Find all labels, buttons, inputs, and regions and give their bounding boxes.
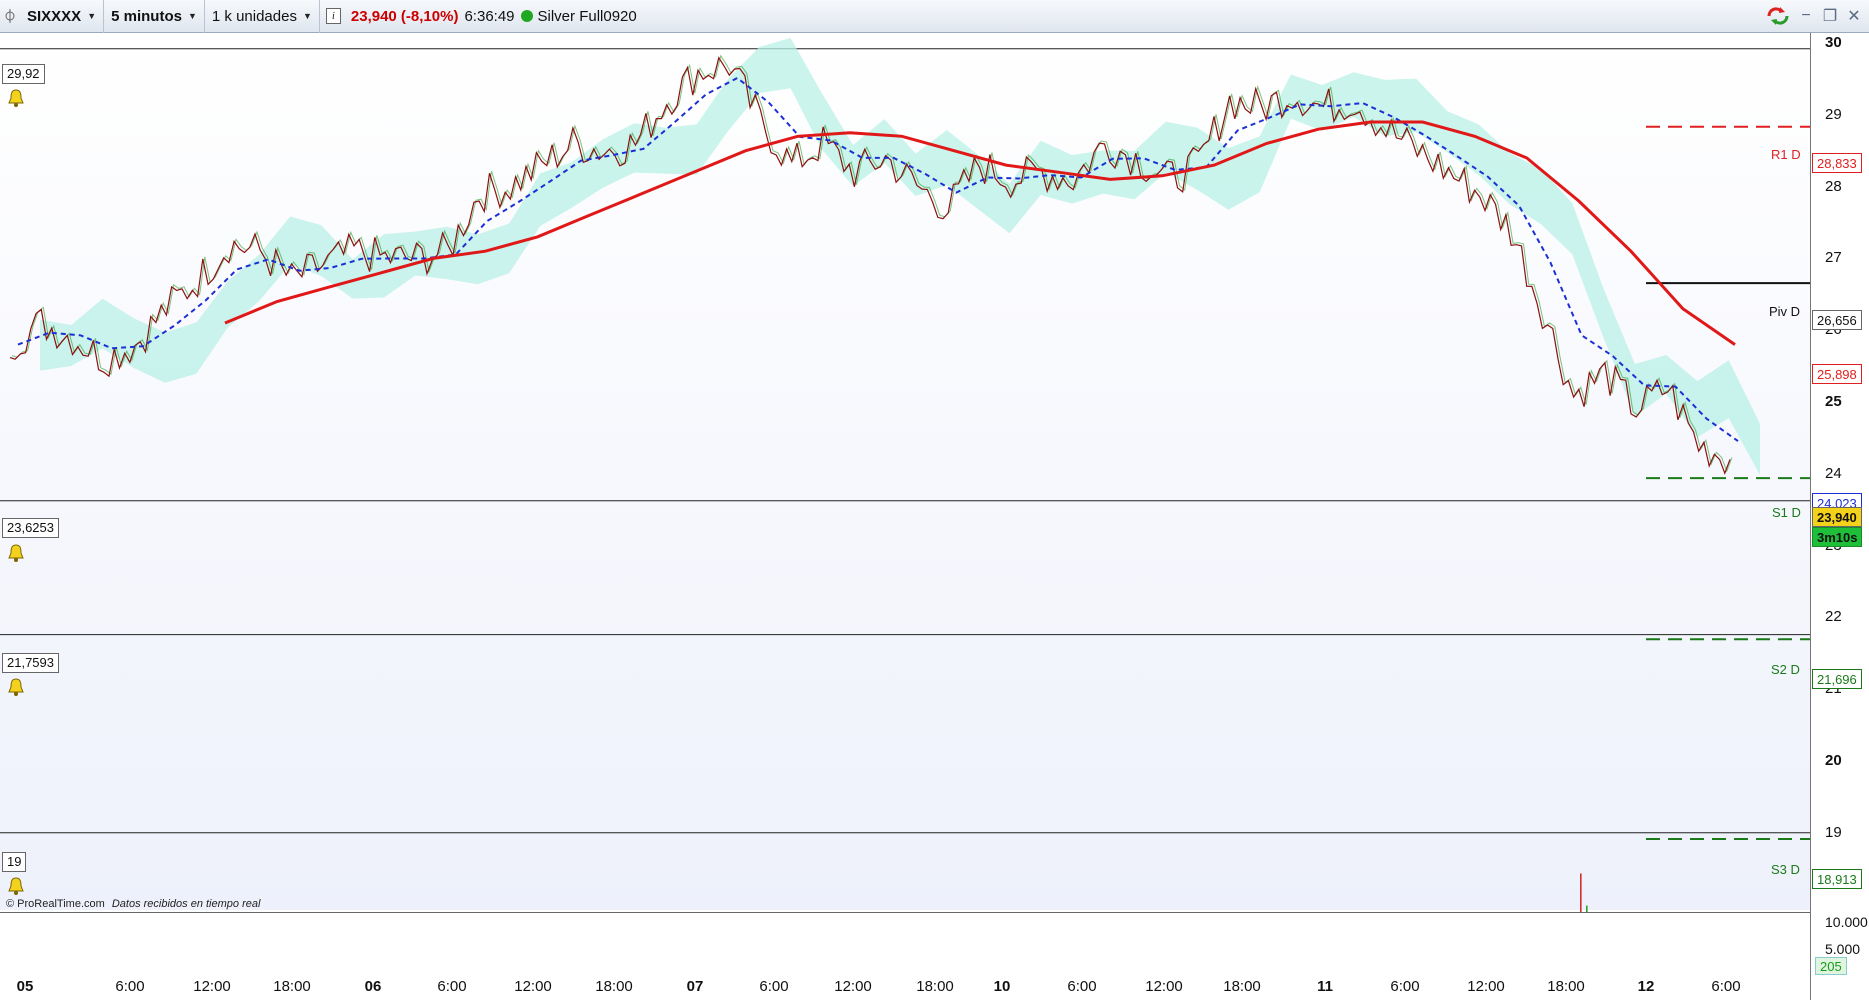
symbol-label: SIXXXX xyxy=(27,7,82,25)
volume-tick: 10.000 xyxy=(1825,914,1868,930)
time-tick: 18:00 xyxy=(1547,978,1585,995)
time-tick: 12:00 xyxy=(834,978,872,995)
time-tick: 6:00 xyxy=(1711,978,1741,995)
time-tick: 18:00 xyxy=(273,978,311,995)
time-tick: 6:00 xyxy=(1390,978,1420,995)
price-tick: 30 xyxy=(1825,34,1842,51)
price-tick: 22 xyxy=(1825,608,1842,626)
close-button[interactable]: ✕ xyxy=(1845,7,1863,25)
minimize-button[interactable]: − xyxy=(1797,7,1815,25)
window-controls: − ❐ ✕ xyxy=(1765,6,1863,26)
brand-text: © ProRealTime.com xyxy=(6,898,105,910)
chevron-down-icon: ▼ xyxy=(187,11,197,21)
s2-value: 21,696 xyxy=(1812,669,1862,689)
time-tick: 12:00 xyxy=(1467,978,1505,995)
alert-bell-icon[interactable] xyxy=(6,677,26,697)
time-tick: 6:00 xyxy=(437,978,467,995)
pane-level-label: 19 xyxy=(2,852,27,872)
piv-value: 26,656 xyxy=(1812,310,1862,330)
realtime-note: Datos recibidos en tiempo real xyxy=(111,898,261,910)
pane-level-label: 21,7593 xyxy=(2,653,59,673)
s3-value: 18,913 xyxy=(1812,869,1862,889)
time-tick: 12:00 xyxy=(514,978,552,995)
time-tick: 12:00 xyxy=(193,978,231,995)
time-tick: 6:00 xyxy=(1067,978,1097,995)
time-axis[interactable]: 05 6:00 12:00 18:00 06 6:00 12:00 18:00 07 6:00 12… xyxy=(0,978,1810,1000)
symbol-selector[interactable]: SIXXXX ▼ xyxy=(20,0,105,33)
red-level-value: 25,898 xyxy=(1812,364,1862,384)
units-label: 1 k unidades xyxy=(211,7,297,25)
bar-countdown: 3m10s xyxy=(1812,527,1863,547)
info-icon[interactable]: i xyxy=(325,8,341,24)
time-tick: 07 xyxy=(686,978,704,995)
pane-level-label: 29,92 xyxy=(2,64,45,84)
current-price-value: 23,940 xyxy=(1812,507,1862,527)
price-line xyxy=(9,56,1731,475)
last-update-time: 6:36:49 xyxy=(464,7,515,25)
volume-tick: 5.000 xyxy=(1825,941,1861,957)
chart-toolbar: SIXXXX ▼ 5 minutos ▼ 1 k unidades ▼ i 23… xyxy=(0,0,1869,33)
time-tick: 06 xyxy=(364,978,382,995)
price-tick: 20 xyxy=(1825,752,1842,769)
volume-value: 205 xyxy=(1815,957,1847,975)
timeframe-selector[interactable]: 5 minutos ▼ xyxy=(104,0,205,33)
pivot-label-s3: S3 D xyxy=(1771,862,1800,877)
pane-level-label: 23,6253 xyxy=(2,518,59,538)
price-axis[interactable]: 302928272625242322212019 28,833 26,656 2… xyxy=(1810,33,1869,1000)
time-tick: 18:00 xyxy=(916,978,954,995)
alert-bell-icon[interactable] xyxy=(6,88,26,108)
pivot-label-s1: S1 D xyxy=(1772,505,1801,520)
price-tick: 24 xyxy=(1825,464,1842,482)
pivot-label-r1: R1 D xyxy=(1771,147,1801,162)
time-tick: 12 xyxy=(1637,978,1655,995)
price-change: 23,940 (-8,10%) xyxy=(350,7,459,25)
price-tick: 27 xyxy=(1825,249,1842,267)
time-tick: 18:00 xyxy=(595,978,633,995)
connection-status-icon xyxy=(520,10,533,22)
time-tick: 6:00 xyxy=(759,978,789,995)
timeframe-label: 5 minutos xyxy=(111,7,182,25)
time-tick: 6:00 xyxy=(115,978,145,995)
alert-bell-icon[interactable] xyxy=(6,876,26,896)
chevron-down-icon: ▼ xyxy=(302,11,312,21)
alert-bell-icon[interactable] xyxy=(6,543,26,563)
time-tick: 10 xyxy=(993,978,1011,995)
restore-button[interactable]: ❐ xyxy=(1821,7,1839,25)
price-chart[interactable] xyxy=(0,33,1810,1000)
time-tick: 05 xyxy=(16,978,34,995)
price-tick: 19 xyxy=(1825,823,1842,841)
time-tick: 11 xyxy=(1317,978,1333,995)
r1-value: 28,833 xyxy=(1812,153,1862,173)
units-selector[interactable]: 1 k unidades ▼ xyxy=(205,0,320,33)
feed-name: Silver Full0920 xyxy=(537,7,637,25)
pivot-label-s2: S2 D xyxy=(1771,662,1800,677)
attribution: © ProRealTime.com Datos recibidos en tie… xyxy=(6,898,260,910)
pivot-label-piv: Piv D xyxy=(1769,304,1801,319)
sync-icon[interactable] xyxy=(1765,6,1791,26)
chevron-down-icon: ▼ xyxy=(87,11,97,21)
time-tick: 18:00 xyxy=(1223,978,1261,995)
price-info: i 23,940 (-8,10%) 6:36:49 Silver Full092… xyxy=(320,0,637,33)
price-tick: 29 xyxy=(1825,105,1842,123)
time-tick: 12:00 xyxy=(1145,978,1183,995)
price-tick: 28 xyxy=(1825,177,1842,195)
price-tick: 25 xyxy=(1825,393,1842,410)
ichimoku-cloud xyxy=(40,37,1760,475)
drag-handle-icon[interactable] xyxy=(0,0,20,33)
